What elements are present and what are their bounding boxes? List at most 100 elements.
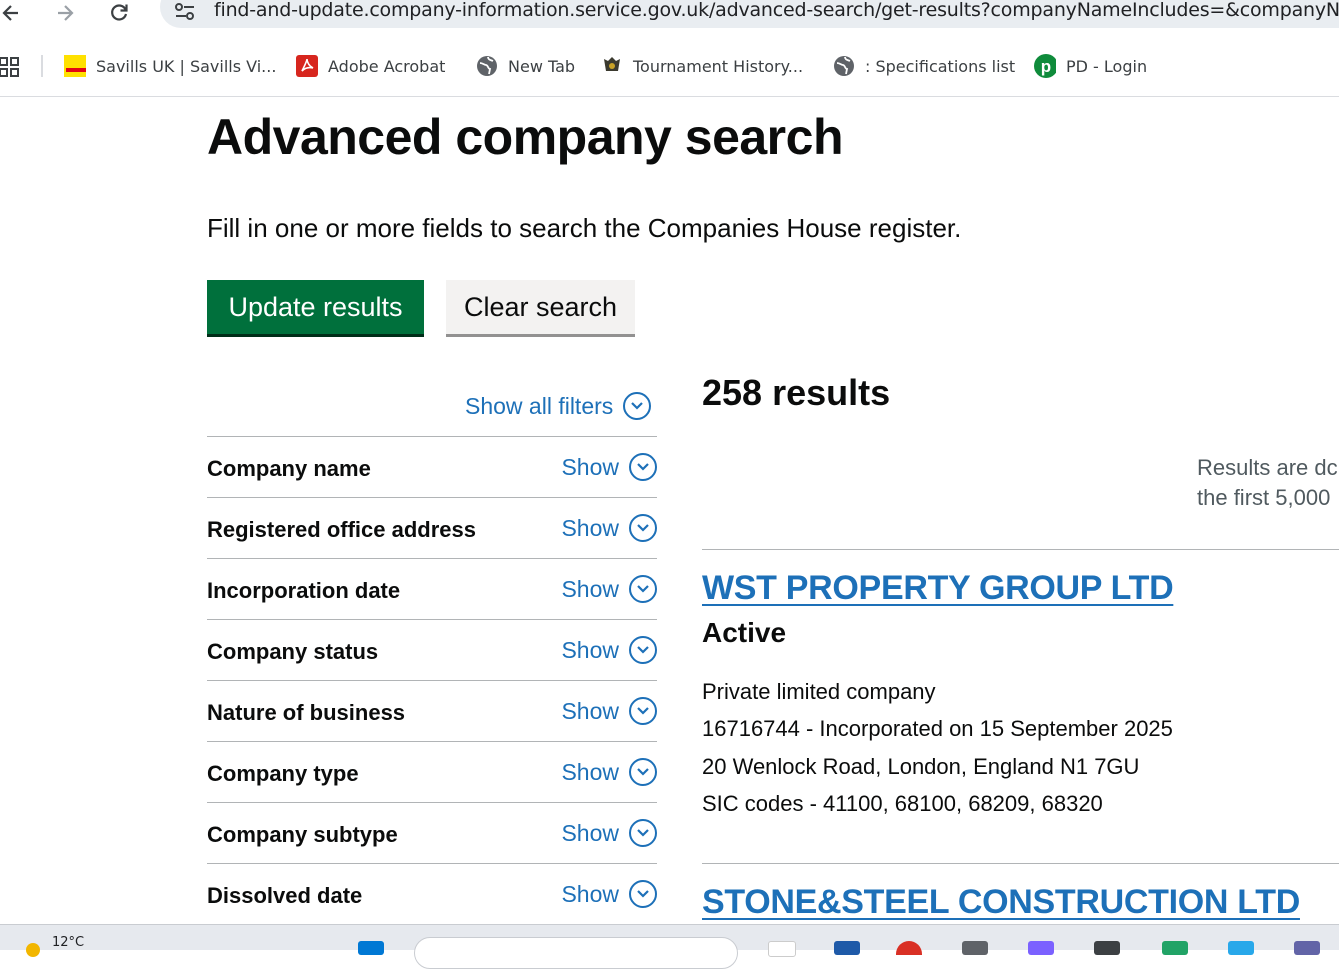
reload-button[interactable]	[104, 0, 134, 26]
chevron-down-icon	[629, 880, 657, 908]
weather-temperature[interactable]: 12°C	[52, 935, 84, 950]
show-label: Show	[561, 758, 619, 785]
result-divider	[702, 549, 1339, 550]
acrobat-icon	[296, 55, 318, 77]
bookmark-tournament-history[interactable]: Tournament History...	[601, 54, 803, 78]
chevron-down-icon	[623, 392, 652, 420]
filter-heading: Company type	[207, 761, 359, 786]
site-info-icon[interactable]	[174, 2, 196, 22]
taskbar-app-icon[interactable]	[1094, 941, 1120, 955]
forward-arrow-icon	[58, 5, 74, 21]
filter-heading: Nature of business	[207, 700, 406, 725]
taskbar-app-icon[interactable]	[1028, 941, 1054, 955]
result-company-link[interactable]: STONE&STEEL CONSTRUCTION LTD	[702, 883, 1300, 922]
bookmark-label: Tournament History...	[633, 56, 804, 76]
back-arrow-icon	[2, 5, 18, 21]
reload-icon	[111, 4, 128, 21]
bookmarks-bar: Savills UK | Savills Vi... Adobe Acrobat…	[0, 46, 1339, 86]
os-taskbar: 12°C	[0, 924, 1339, 969]
result-status: Active	[702, 617, 787, 648]
clear-search-button[interactable]: Clear search	[446, 280, 635, 337]
filter-show-toggle[interactable]: Show	[561, 880, 657, 908]
toolbar-divider	[0, 96, 1339, 97]
result-incorporation: 16716744 - Incorporated on 15 September …	[702, 716, 1173, 741]
taskbar-app-icon[interactable]	[768, 941, 796, 957]
result-address: 20 Wenlock Road, London, England N1 7GU	[702, 754, 1140, 779]
filter-show-toggle[interactable]: Show	[561, 758, 657, 786]
bookmark-specifications-list[interactable]: : Specifications list	[833, 54, 1015, 78]
filter-heading: Company name	[207, 456, 371, 481]
bookmark-separator	[41, 55, 43, 77]
filter-company-status[interactable]: Company status Show	[207, 619, 657, 680]
bookmark-savills[interactable]: Savills UK | Savills Vi...	[64, 54, 276, 78]
url-text[interactable]: find-and-update.company-information.serv…	[214, 0, 1339, 21]
bookmark-label: : Specifications list	[865, 56, 1016, 76]
filter-show-toggle[interactable]: Show	[561, 575, 657, 603]
result-sic-codes: SIC codes - 41100, 68100, 68209, 68320	[702, 791, 1103, 816]
pd-icon: p	[1034, 54, 1056, 78]
chevron-down-icon	[629, 453, 657, 481]
page-title: Advanced company search	[207, 109, 844, 165]
chevron-down-icon	[629, 697, 657, 725]
taskbar-search[interactable]	[414, 937, 738, 969]
page-lead-text: Fill in one or more fields to search the…	[207, 213, 962, 243]
forward-button[interactable]	[50, 0, 80, 26]
filter-heading: Registered office address	[207, 517, 476, 542]
filter-heading: Incorporation date	[207, 578, 401, 603]
chevron-down-icon	[629, 514, 657, 542]
taskbar-app-icon[interactable]	[834, 941, 860, 955]
weather-sun-icon	[26, 943, 40, 957]
show-label: Show	[561, 575, 619, 602]
bookmark-label: PD - Login	[1066, 56, 1148, 76]
filter-show-toggle[interactable]: Show	[561, 453, 657, 481]
filter-accordion: Company name Show Registered office addr…	[207, 436, 657, 924]
taskbar-app-icon[interactable]	[962, 941, 988, 955]
results-note-line: Results are dc	[1197, 455, 1338, 480]
filter-show-toggle[interactable]: Show	[561, 697, 657, 725]
filter-show-toggle[interactable]: Show	[561, 636, 657, 664]
filter-show-toggle[interactable]: Show	[561, 819, 657, 847]
globe-icon	[476, 55, 498, 77]
tournament-icon	[601, 55, 623, 77]
taskbar-app-icon[interactable]	[1294, 941, 1320, 955]
filter-show-toggle[interactable]: Show	[561, 514, 657, 542]
filter-heading: Dissolved date	[207, 883, 363, 908]
show-label: Show	[561, 514, 619, 541]
bookmark-label: Savills UK | Savills Vi...	[96, 56, 277, 76]
filter-heading: Company status	[207, 639, 379, 664]
bookmark-pd-login[interactable]: p PD - Login	[1034, 54, 1147, 78]
windows-start-icon[interactable]	[358, 941, 384, 955]
show-label: Show	[561, 819, 619, 846]
back-button[interactable]	[0, 0, 26, 26]
results-note-line: the first 5,000	[1197, 485, 1331, 510]
globe-icon	[833, 55, 855, 77]
bookmark-new-tab[interactable]: New Tab	[476, 54, 575, 78]
bookmark-adobe-acrobat[interactable]: Adobe Acrobat	[296, 54, 445, 78]
browser-toolbar: find-and-update.company-information.serv…	[0, 0, 1339, 30]
svg-text:p: p	[1041, 57, 1051, 76]
show-all-filters-label: Show all filters	[465, 392, 614, 419]
results-note: Results are dc the first 5,000	[1197, 453, 1338, 513]
filter-nature-of-business[interactable]: Nature of business Show	[207, 680, 657, 741]
chevron-down-icon	[629, 758, 657, 786]
result-company-type: Private limited company	[702, 679, 936, 704]
taskbar-app-icon[interactable]	[1228, 941, 1254, 955]
apps-grid-icon[interactable]	[0, 56, 20, 82]
taskbar-app-icon[interactable]	[1162, 941, 1188, 955]
filter-company-subtype[interactable]: Company subtype Show	[207, 802, 657, 863]
filter-dissolved-date[interactable]: Dissolved date Show	[207, 863, 657, 924]
bookmark-label: New Tab	[508, 56, 576, 76]
show-all-filters-toggle[interactable]: Show all filters	[465, 392, 652, 420]
result-divider	[702, 863, 1339, 864]
savills-logo-icon	[64, 55, 86, 77]
filter-registered-office-address[interactable]: Registered office address Show	[207, 497, 657, 558]
update-results-button[interactable]: Update results	[207, 280, 424, 337]
filter-company-name[interactable]: Company name Show	[207, 436, 657, 497]
result-company-link[interactable]: WST PROPERTY GROUP LTD	[702, 569, 1174, 608]
filter-incorporation-date[interactable]: Incorporation date Show	[207, 558, 657, 619]
taskbar-app-icon[interactable]	[896, 941, 922, 955]
chevron-down-icon	[629, 819, 657, 847]
filter-company-type[interactable]: Company type Show	[207, 741, 657, 802]
show-label: Show	[561, 880, 619, 907]
results-count: 258 results	[702, 372, 891, 413]
